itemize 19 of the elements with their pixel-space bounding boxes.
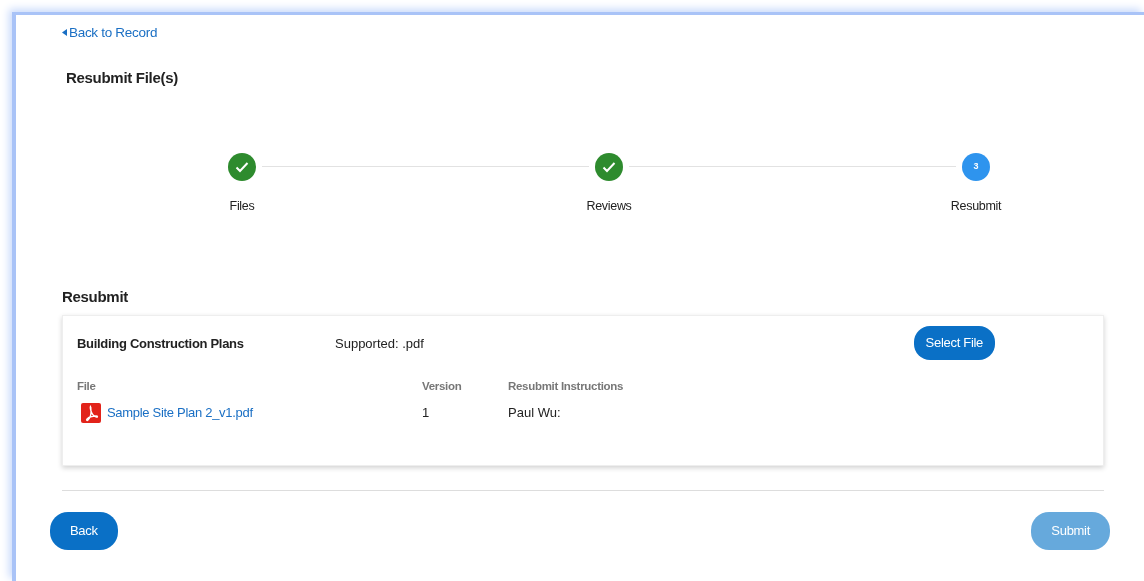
table-cell: 1	[422, 405, 430, 421]
action-button[interactable]: Back	[50, 512, 118, 550]
section-title: Resubmit	[62, 286, 129, 307]
step-label: Files	[229, 197, 255, 215]
column-header: Version	[422, 379, 462, 392]
card-title: Building Construction Plans	[77, 335, 245, 353]
step-number: 3	[962, 152, 990, 181]
supported-types: Supported: .pdf	[335, 335, 424, 353]
column-header: Resubmit Instructions	[508, 379, 624, 392]
table-cell: Paul Wu:	[508, 405, 561, 421]
column-header: File	[77, 379, 96, 392]
back-to-record-link[interactable]: Back to Record	[62, 25, 158, 40]
caret-left-icon	[62, 29, 67, 36]
select-file-button[interactable]: Select File	[913, 326, 995, 360]
step-label: Reviews	[586, 197, 632, 215]
pdf-file-icon	[81, 403, 101, 423]
step-label: Resubmit	[950, 197, 1002, 215]
page-title: Resubmit File(s)	[66, 68, 179, 89]
file-link[interactable]: Sample Site Plan 2_v1.pdf	[107, 403, 253, 423]
